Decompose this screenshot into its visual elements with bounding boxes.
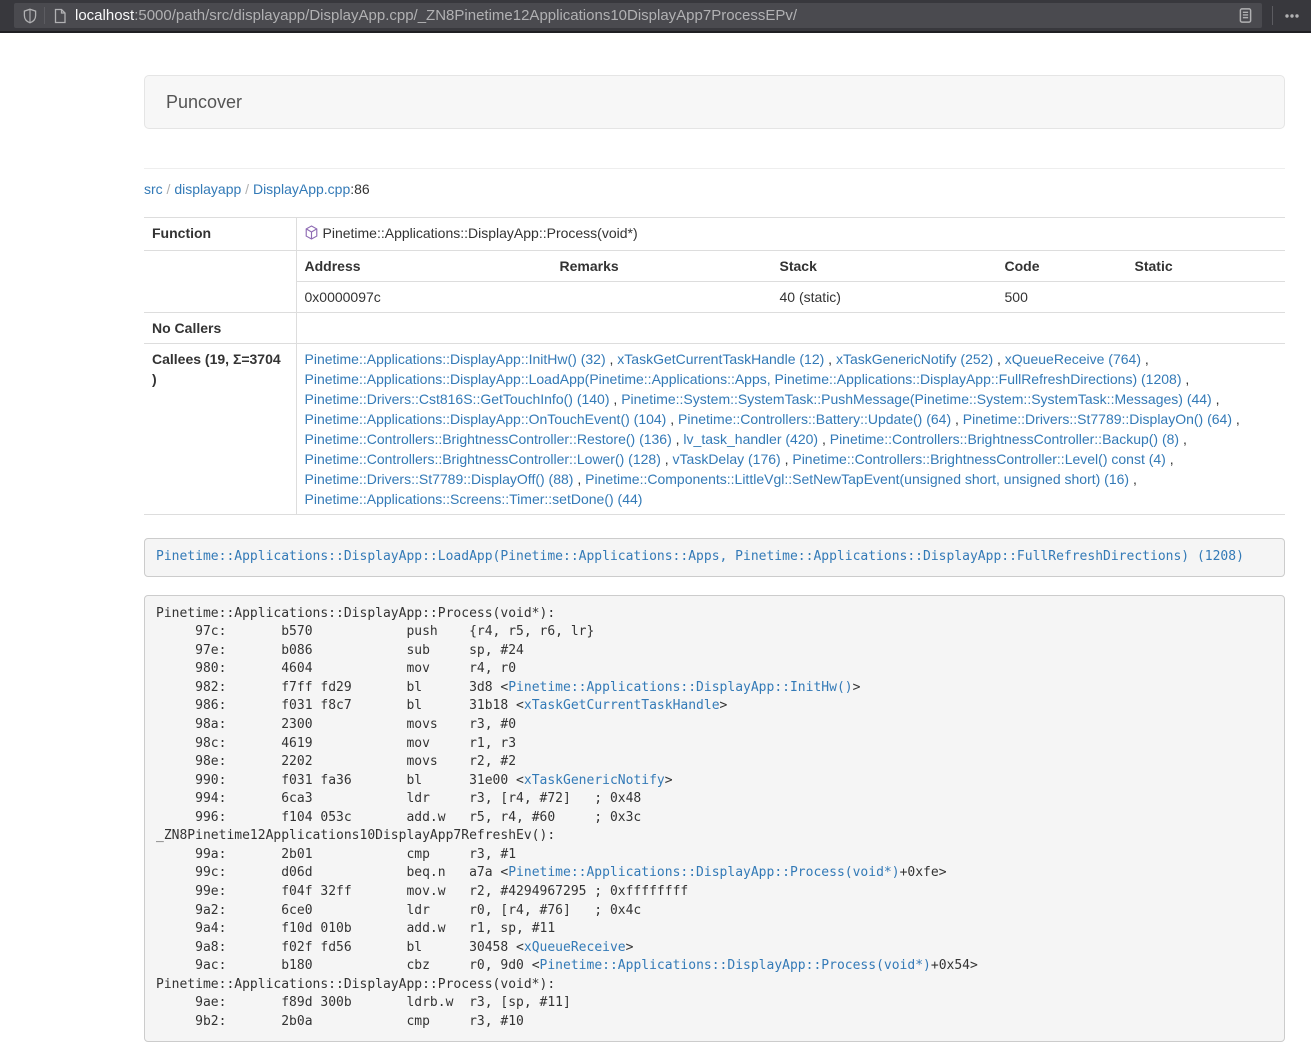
browser-toolbar: localhost:5000/path/src/displayapp/Displ… <box>0 0 1311 33</box>
disasm-symbol-link[interactable]: Pinetime::Applications::DisplayApp::Init… <box>508 680 852 695</box>
callee-link[interactable]: Pinetime::Applications::DisplayApp::OnTo… <box>305 411 667 427</box>
url-host: localhost <box>75 7 134 24</box>
callee-link[interactable]: Pinetime::Controllers::BrightnessControl… <box>830 431 1179 447</box>
callee-separator: , <box>993 351 1005 367</box>
details-row: Address Remarks Stack Code Static 0x0000… <box>144 251 1285 313</box>
highlighted-callee-link[interactable]: Pinetime::Applications::DisplayApp::Load… <box>156 549 1244 564</box>
stack-value: 40 (static) <box>772 282 997 313</box>
breadcrumb: src / displayapp / DisplayApp.cpp:86 <box>144 169 1285 209</box>
disasm-symbol-link[interactable]: xTaskGetCurrentTaskHandle <box>524 698 720 713</box>
callee-link[interactable]: Pinetime::Applications::DisplayApp::Init… <box>305 351 606 367</box>
callee-link[interactable]: Pinetime::Drivers::St7789::DisplayOff() … <box>305 471 574 487</box>
disasm-symbol-link[interactable]: xTaskGenericNotify <box>524 773 665 788</box>
breadcrumb-link[interactable]: displayapp <box>174 181 241 197</box>
callee-separator: , <box>666 411 678 427</box>
col-code: Code <box>997 251 1127 282</box>
callee-link[interactable]: Pinetime::Drivers::St7789::DisplayOn() (… <box>963 411 1232 427</box>
function-label: Function <box>144 218 296 251</box>
callee-link[interactable]: xTaskGenericNotify (252) <box>836 351 993 367</box>
app-header: Puncover <box>144 75 1285 129</box>
function-table: Function Pinetime::Applications::Display… <box>144 217 1285 515</box>
callee-separator: , <box>606 351 618 367</box>
main-content: Puncover src / displayapp / DisplayApp.c… <box>144 33 1285 1042</box>
callee-link[interactable]: xTaskGetCurrentTaskHandle (12) <box>617 351 824 367</box>
callee-separator: , <box>1179 431 1187 447</box>
url-path: :5000/path/src/displayapp/DisplayApp.cpp… <box>134 7 797 24</box>
col-remarks: Remarks <box>552 251 772 282</box>
callee-separator: , <box>818 431 830 447</box>
callee-link[interactable]: Pinetime::Controllers::BrightnessControl… <box>792 451 1165 467</box>
callee-link[interactable]: Pinetime::Applications::DisplayApp::Load… <box>305 371 1182 387</box>
callee-separator: , <box>672 431 684 447</box>
callee-separator: , <box>661 451 673 467</box>
breadcrumb-link[interactable]: DisplayApp.cpp <box>253 181 350 197</box>
callee-separator: , <box>1232 411 1240 427</box>
callee-link[interactable]: Pinetime::Controllers::Battery::Update()… <box>678 411 951 427</box>
callee-link[interactable]: vTaskDelay (176) <box>673 451 781 467</box>
callee-link[interactable]: lv_task_handler (420) <box>683 431 818 447</box>
callee-separator: , <box>951 411 963 427</box>
address-value: 0x0000097c <box>297 282 552 313</box>
toolbar-divider <box>1272 6 1273 25</box>
disasm-symbol-link[interactable]: Pinetime::Applications::DisplayApp::Proc… <box>508 865 899 880</box>
callees-label: Callees (19, Σ=3704 ) <box>144 344 296 515</box>
col-stack: Stack <box>772 251 997 282</box>
disassembly-block: Pinetime::Applications::DisplayApp::Proc… <box>144 595 1285 1042</box>
callee-link[interactable]: Pinetime::Controllers::BrightnessControl… <box>305 451 661 467</box>
code-value: 500 <box>997 282 1127 313</box>
callee-link[interactable]: Pinetime::Applications::Screens::Timer::… <box>305 491 643 507</box>
callee-link[interactable]: xQueueReceive (764) <box>1005 351 1141 367</box>
breadcrumb-line-number: :86 <box>350 181 369 197</box>
callee-link[interactable]: Pinetime::Drivers::Cst816S::GetTouchInfo… <box>305 391 610 407</box>
callee-separator: , <box>781 451 793 467</box>
callee-separator: , <box>1181 371 1189 387</box>
urlbar-divider <box>44 7 45 24</box>
details-header-row: Address Remarks Stack Code Static <box>297 251 1286 282</box>
callee-separator: , <box>1166 451 1174 467</box>
details-table: Address Remarks Stack Code Static 0x0000… <box>297 251 1286 312</box>
disasm-symbol-link[interactable]: Pinetime::Applications::DisplayApp::Proc… <box>540 958 931 973</box>
remarks-value <box>552 282 772 313</box>
symbol-cube-icon <box>305 225 318 245</box>
details-data-row: 0x0000097c 40 (static) 500 <box>297 282 1286 313</box>
no-callers-label: No Callers <box>144 313 296 344</box>
highlighted-callee-box: Pinetime::Applications::DisplayApp::Load… <box>144 538 1285 577</box>
callee-separator: , <box>1212 391 1220 407</box>
callee-link[interactable]: Pinetime::System::SystemTask::PushMessag… <box>621 391 1212 407</box>
col-address: Address <box>297 251 552 282</box>
breadcrumb-link[interactable]: src <box>144 181 163 197</box>
disasm-symbol-link[interactable]: xQueueReceive <box>524 940 626 955</box>
breadcrumb-separator: / <box>163 181 175 197</box>
url-text[interactable]: localhost:5000/path/src/displayapp/Displ… <box>75 7 1237 24</box>
url-bar[interactable]: localhost:5000/path/src/displayapp/Displ… <box>14 3 1262 28</box>
callees-row: Callees (19, Σ=3704 ) Pinetime::Applicat… <box>144 344 1285 515</box>
col-static: Static <box>1127 251 1286 282</box>
static-value <box>1127 282 1286 313</box>
callee-separator: , <box>610 391 622 407</box>
more-actions-icon[interactable] <box>1283 8 1301 24</box>
page-icon <box>53 8 67 24</box>
breadcrumb-separator: / <box>241 181 253 197</box>
function-name: Pinetime::Applications::DisplayApp::Proc… <box>323 225 638 241</box>
shield-icon[interactable] <box>22 8 38 24</box>
callee-separator: , <box>1141 351 1149 367</box>
callee-link[interactable]: Pinetime::Controllers::BrightnessControl… <box>305 431 672 447</box>
callee-link[interactable]: Pinetime::Components::LittleVgl::SetNewT… <box>585 471 1129 487</box>
reader-view-icon[interactable] <box>1237 7 1254 24</box>
callee-separator: , <box>824 351 836 367</box>
callee-separator: , <box>1129 471 1137 487</box>
callee-separator: , <box>573 471 585 487</box>
callees-list: Pinetime::Applications::DisplayApp::Init… <box>296 344 1285 515</box>
page-title: Puncover <box>166 92 242 112</box>
function-row: Function Pinetime::Applications::Display… <box>144 218 1285 251</box>
no-callers-row: No Callers <box>144 313 1285 344</box>
